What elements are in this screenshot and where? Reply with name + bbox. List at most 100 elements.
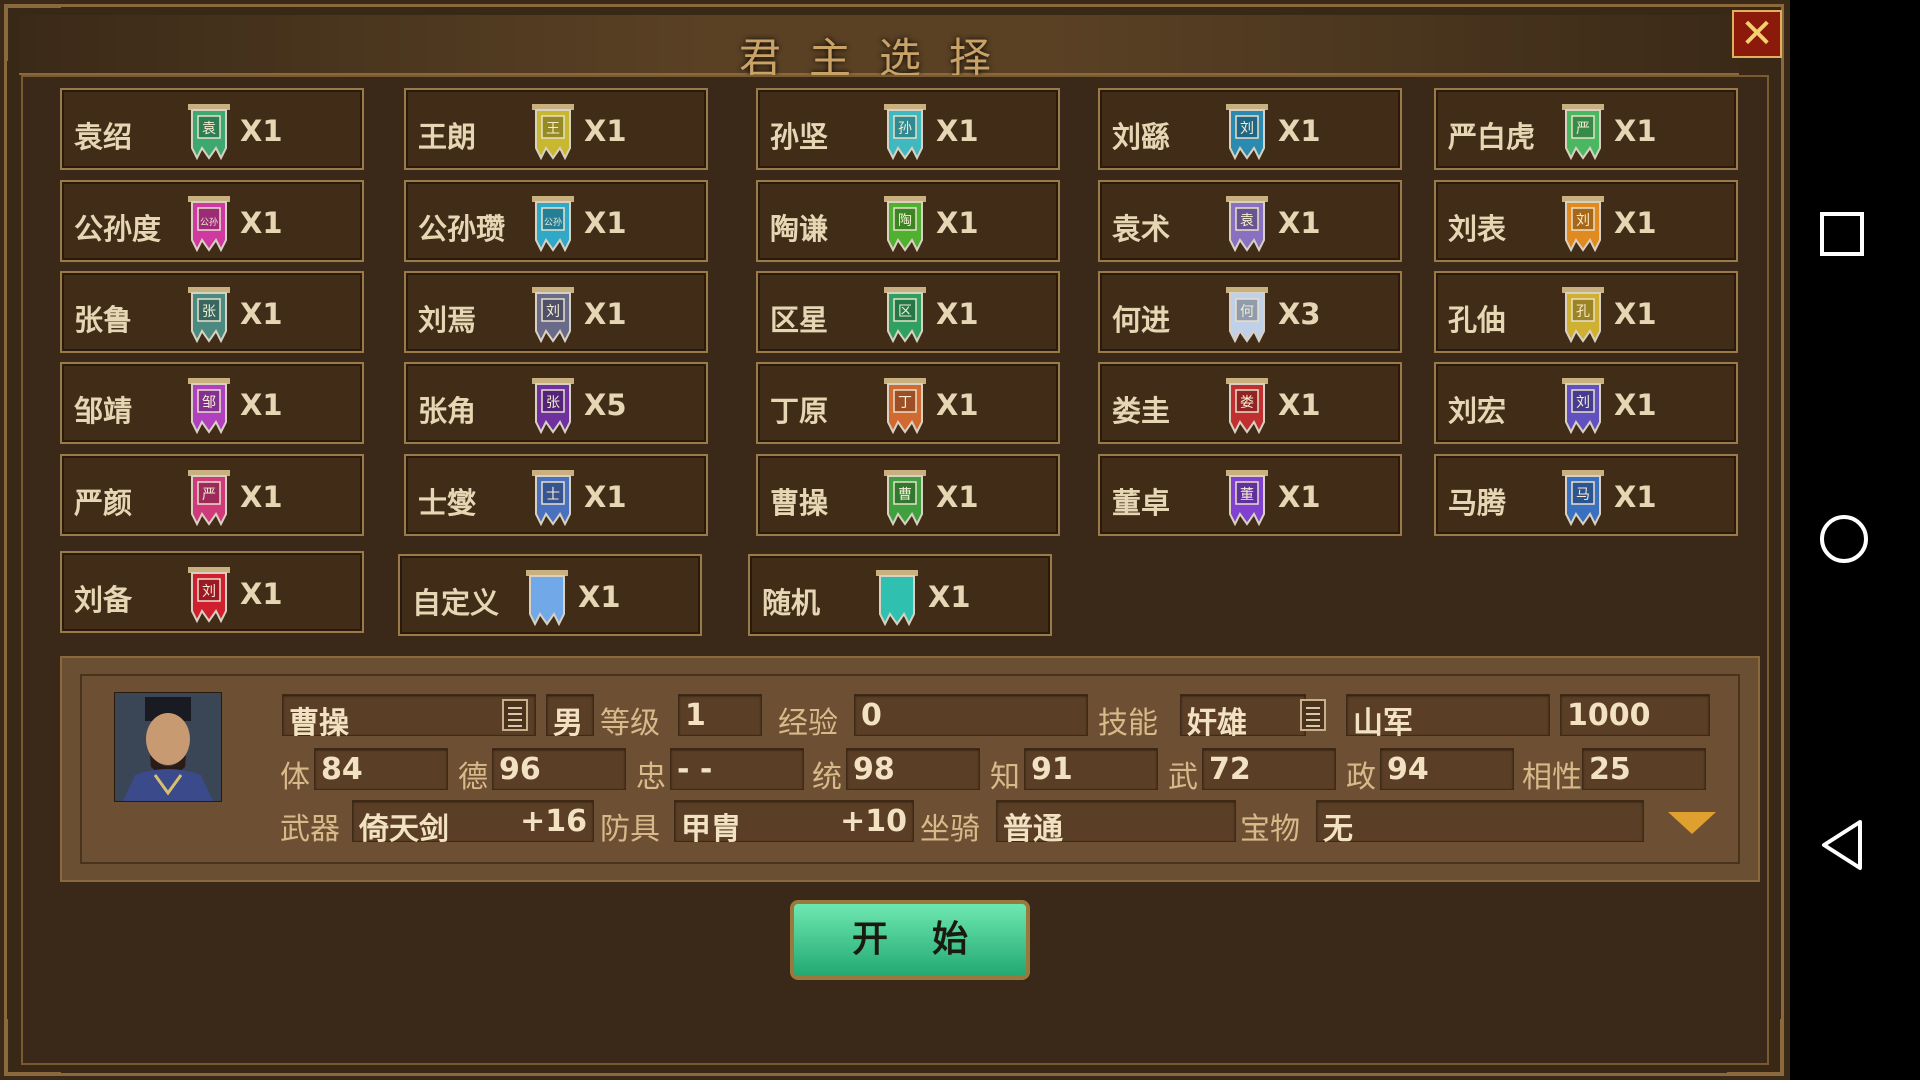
- lord-count: X1: [584, 206, 627, 240]
- lord-card[interactable]: 马腾 马 X1: [1434, 454, 1738, 536]
- lord-count: X1: [1614, 206, 1657, 240]
- lord-card[interactable]: 娄圭 娄 X1: [1098, 362, 1402, 444]
- banner-flag-icon: 刘: [1562, 196, 1604, 252]
- banner-flag-icon: 王: [532, 104, 574, 160]
- lord-card[interactable]: 何进 何 X3: [1098, 271, 1402, 353]
- exp-field: 0: [854, 694, 1088, 736]
- banner-glyph: 刘: [1240, 121, 1254, 137]
- lord-name: 刘宏: [1448, 394, 1507, 428]
- banner-glyph: 刘: [1576, 395, 1590, 411]
- lord-name: 孔伷: [1448, 303, 1507, 337]
- banner-glyph: 马: [1576, 487, 1590, 503]
- back-triangle-icon[interactable]: [1818, 818, 1868, 872]
- lord-card[interactable]: 刘宏 刘 X1: [1434, 362, 1738, 444]
- lord-card[interactable]: 张鲁 张 X1: [60, 271, 364, 353]
- banner-flag-icon: 区: [884, 287, 926, 343]
- mount-label: 坐骑: [920, 812, 980, 847]
- recents-square-icon[interactable]: [1818, 210, 1868, 260]
- banner-flag-icon: 娄: [1226, 378, 1268, 434]
- banner-flag-icon: 邹: [188, 378, 230, 434]
- lord-name-field: 曹操: [282, 694, 536, 741]
- expand-arrow-icon[interactable]: [1668, 812, 1716, 834]
- lord-card[interactable]: 孙坚 孙 X1: [756, 88, 1060, 170]
- lord-card[interactable]: 袁术 袁 X1: [1098, 180, 1402, 262]
- banner-glyph: 区: [898, 304, 912, 320]
- banner-glyph: 陶: [898, 213, 912, 229]
- stat-field: 25: [1582, 748, 1706, 790]
- stat-label: 忠: [636, 760, 666, 795]
- banner-glyph: 刘: [202, 584, 216, 600]
- lord-name: 公孙度: [74, 212, 162, 246]
- lord-card[interactable]: 袁绍 袁 X1: [60, 88, 364, 170]
- stat-label: 体: [280, 760, 310, 795]
- banner-glyph: 丁: [898, 395, 912, 411]
- treasure-label: 宝物: [1240, 812, 1300, 847]
- gender-field: 男: [546, 694, 594, 741]
- lord-count: X1: [240, 297, 283, 331]
- banner-flag-icon: 刘: [188, 567, 230, 623]
- lord-card[interactable]: 公孙度 公孙 X1: [60, 180, 364, 262]
- lord-card[interactable]: 随机 X1: [748, 554, 1052, 636]
- lord-count: X1: [1278, 114, 1321, 148]
- lord-count: X1: [240, 206, 283, 240]
- banner-glyph: 刘: [1576, 213, 1590, 229]
- home-circle-icon[interactable]: [1818, 512, 1872, 566]
- terrain-field: 山军: [1346, 694, 1550, 741]
- lord-card[interactable]: 刘表 刘 X1: [1434, 180, 1738, 262]
- lord-card[interactable]: 张角 张 X5: [404, 362, 708, 444]
- stat-field: 94: [1380, 748, 1514, 790]
- skill-list-button[interactable]: [1300, 699, 1326, 731]
- banner-flag-icon: 公孙: [188, 196, 230, 252]
- stat-field: 91: [1024, 748, 1158, 790]
- lord-count: X1: [928, 580, 971, 614]
- stat-value: 72: [1209, 752, 1251, 787]
- lord-card[interactable]: 刘繇 刘 X1: [1098, 88, 1402, 170]
- start-button[interactable]: 开始: [790, 900, 1030, 980]
- stat-value: 98: [853, 752, 895, 787]
- lord-name: 孙坚: [770, 120, 829, 154]
- lord-card[interactable]: 孔伷 孔 X1: [1434, 271, 1738, 353]
- lord-card[interactable]: 刘备 刘 X1: [60, 551, 364, 633]
- stat-value: 94: [1387, 752, 1429, 787]
- banner-glyph: 董: [1240, 487, 1254, 503]
- lord-card[interactable]: 曹操 曹 X1: [756, 454, 1060, 536]
- lord-card[interactable]: 严颜 严 X1: [60, 454, 364, 536]
- lord-count: X1: [584, 480, 627, 514]
- lord-card[interactable]: 区星 区 X1: [756, 271, 1060, 353]
- stat-field: 84: [314, 748, 448, 790]
- banner-flag-icon: 董: [1226, 470, 1268, 526]
- lord-card[interactable]: 刘焉 刘 X1: [404, 271, 708, 353]
- stat-label: 武: [1168, 760, 1198, 795]
- lord-name: 张角: [418, 394, 477, 428]
- banner-flag-icon: 张: [188, 287, 230, 343]
- lord-card[interactable]: 士燮 士 X1: [404, 454, 708, 536]
- lord-name: 公孙瓒: [418, 212, 506, 246]
- lord-card[interactable]: 邹靖 邹 X1: [60, 362, 364, 444]
- banner-glyph: 严: [1576, 121, 1590, 137]
- banner-flag-icon: 曹: [884, 470, 926, 526]
- banner-flag-icon: 公孙: [532, 196, 574, 252]
- lord-name: 马腾: [1448, 486, 1507, 520]
- lord-card[interactable]: 公孙瓒 公孙 X1: [404, 180, 708, 262]
- lord-card[interactable]: 王朗 王 X1: [404, 88, 708, 170]
- lord-name: 曹操: [770, 486, 829, 520]
- level-label: 等级: [600, 706, 660, 741]
- lord-card[interactable]: 董卓 董 X1: [1098, 454, 1402, 536]
- mount-field: 普通: [996, 800, 1236, 847]
- banner-flag-icon: 士: [532, 470, 574, 526]
- lord-count: X1: [1614, 297, 1657, 331]
- banner-glyph: 邹: [202, 395, 216, 411]
- banner-glyph: 严: [202, 487, 216, 503]
- banner-glyph: 刘: [546, 304, 560, 320]
- banner-flag-icon: 孔: [1562, 287, 1604, 343]
- close-button[interactable]: ✕: [1732, 10, 1782, 58]
- lord-card[interactable]: 自定义 X1: [398, 554, 702, 636]
- stat-label: 统: [812, 760, 842, 795]
- lord-name: 王朗: [418, 120, 477, 154]
- lord-card[interactable]: 陶谦 陶 X1: [756, 180, 1060, 262]
- lord-card[interactable]: 丁原 丁 X1: [756, 362, 1060, 444]
- lord-card[interactable]: 严白虎 严 X1: [1434, 88, 1738, 170]
- banner-flag-icon: 马: [1562, 470, 1604, 526]
- stat-value: 91: [1031, 752, 1073, 787]
- name-list-button[interactable]: [502, 699, 528, 731]
